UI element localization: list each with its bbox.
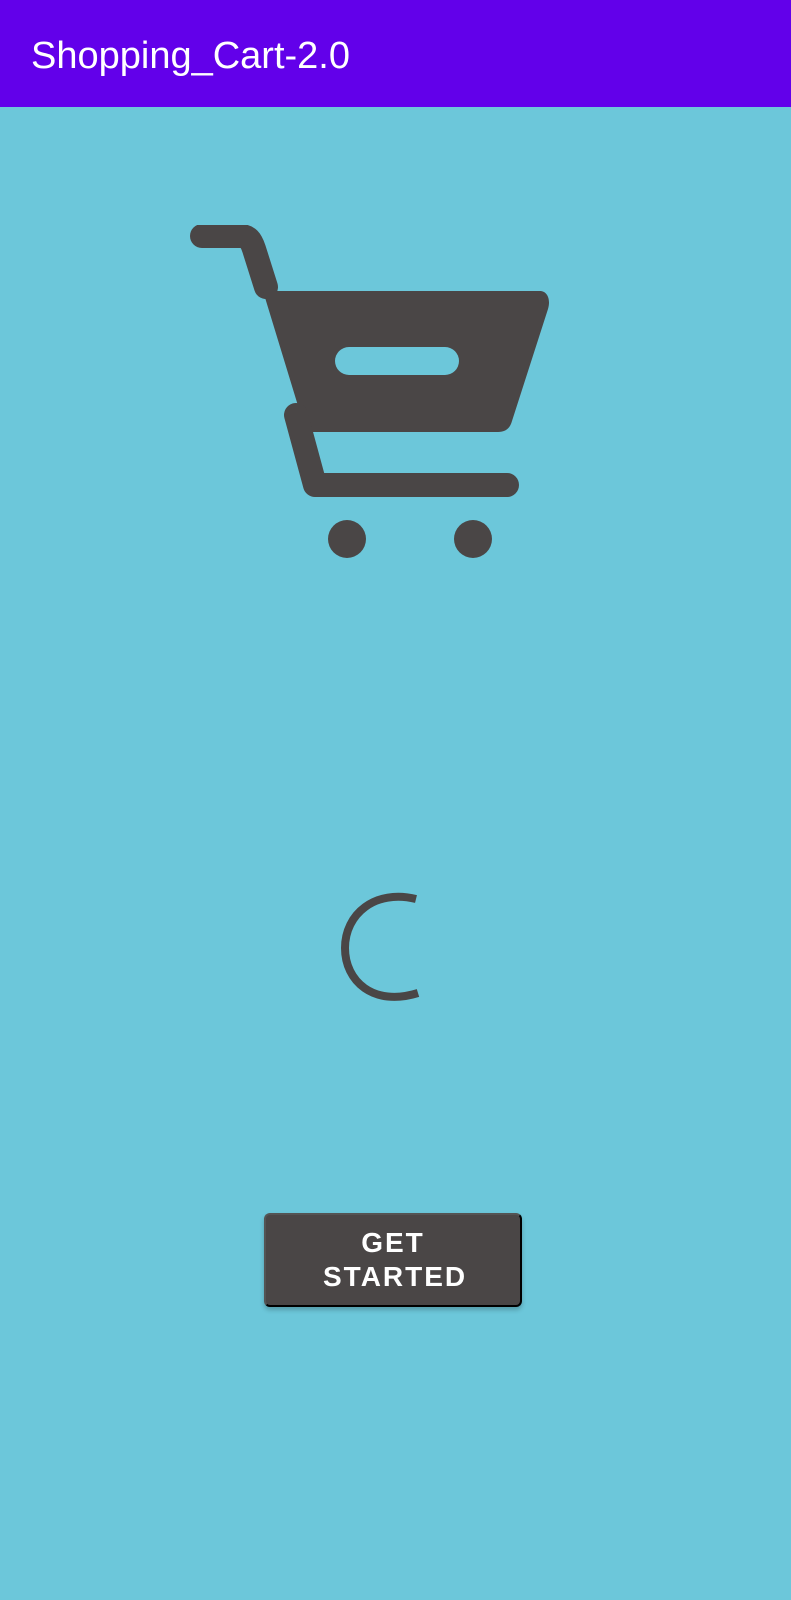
cart-handle: [190, 225, 278, 299]
app-bar: Shopping_Cart-2.0: [0, 0, 791, 107]
cart-right-wheel: [454, 520, 492, 558]
loading-spinner: [340, 892, 420, 1001]
get-started-label: GET STARTED: [323, 1227, 468, 1292]
get-started-button[interactable]: GET STARTED: [264, 1213, 522, 1307]
cart-left-wheel: [328, 520, 366, 558]
cart-basket-slot: [335, 347, 459, 375]
app-title: Shopping_Cart-2.0: [31, 35, 350, 77]
shopping-cart-icon: [190, 225, 550, 558]
